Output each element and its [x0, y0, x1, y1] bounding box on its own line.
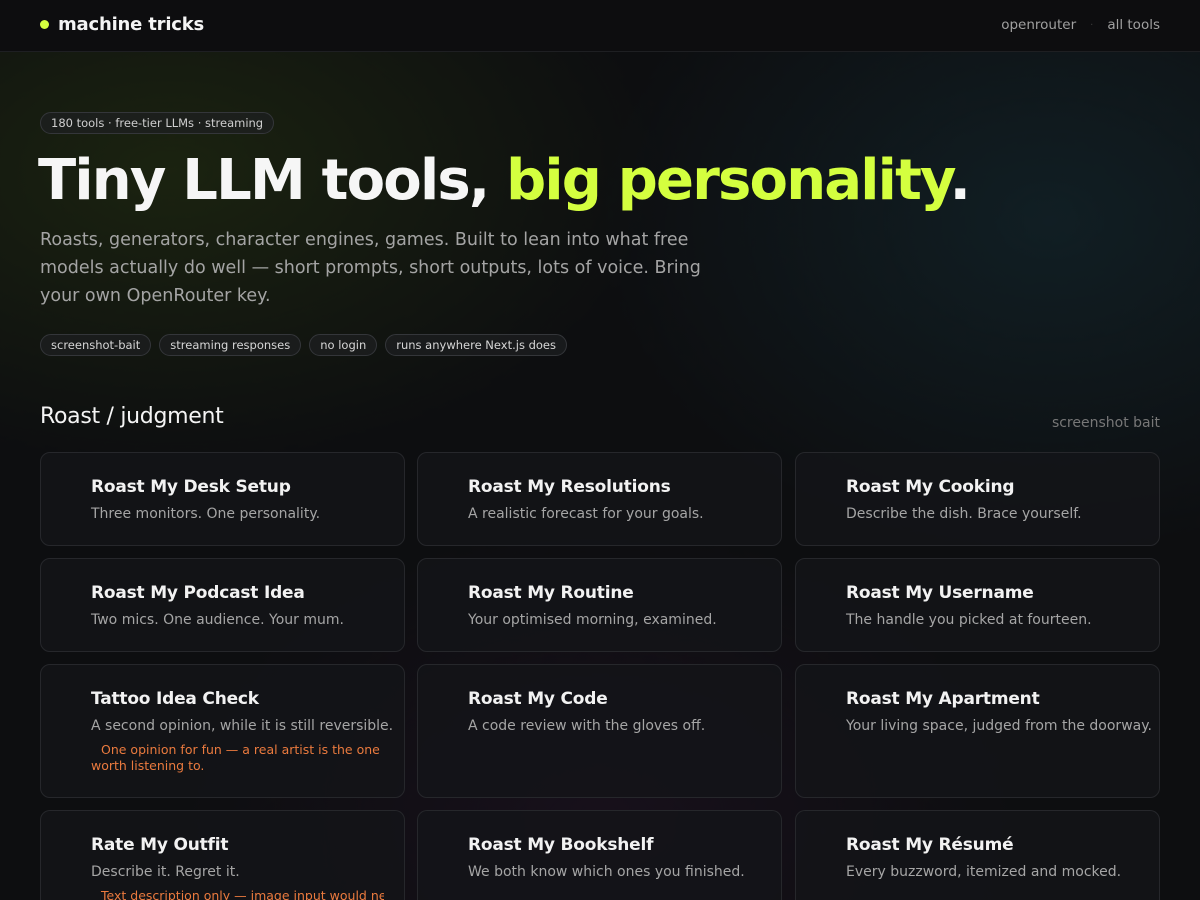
section-title: Roast / judgment — [40, 404, 224, 429]
card-title: Roast My Cooking — [846, 477, 1015, 497]
nav-separator: · — [1090, 19, 1094, 31]
card-description: A code review with the gloves off. — [468, 718, 706, 734]
tool-card-roast-cooking[interactable]: Roast My Cooking Describe the dish. Brac… — [795, 452, 1160, 546]
feature-tag: runs anywhere Next.js does — [385, 334, 567, 356]
card-title: Roast My Bookshelf — [468, 835, 654, 855]
card-title: Roast My Resolutions — [468, 477, 671, 497]
tool-card-roast-routine[interactable]: Roast My Routine Your optimised morning,… — [417, 558, 782, 652]
top-nav: openrouter · all tools — [1001, 17, 1160, 33]
headline-end: . — [949, 148, 971, 213]
feature-tag: streaming responses — [159, 334, 302, 356]
tool-card-roast-resolutions[interactable]: Roast My Resolutions A realistic forecas… — [417, 452, 782, 546]
card-title: Roast My Apartment — [846, 689, 1040, 709]
card-title: Tattoo Idea Check — [91, 689, 259, 709]
card-description: The handle you picked at fourteen. — [846, 612, 1092, 628]
tool-card-roast-code[interactable]: Roast My Code A code review with the glo… — [417, 664, 782, 798]
tool-card-roast-bookshelf[interactable]: Roast My Bookshelf We both know which on… — [417, 810, 782, 900]
top-bar: machine tricks openrouter · all tools — [0, 0, 1200, 52]
tool-card-tattoo-idea-check[interactable]: Tattoo Idea Check A second opinion, whil… — [40, 664, 405, 798]
brand-logo[interactable]: machine tricks — [40, 14, 204, 35]
card-description: A realistic forecast for your goals. — [468, 506, 704, 522]
card-title: Rate My Outfit — [91, 835, 229, 855]
card-description: A second opinion, while it is still reve… — [91, 718, 394, 734]
card-warning: One opinion for fun — a real artist is t… — [91, 742, 384, 774]
card-title: Roast My Code — [468, 689, 608, 709]
page-headline: Tiny LLM tools, big personality. — [38, 146, 971, 216]
card-title: Roast My Username — [846, 583, 1034, 603]
section-note: screenshot bait — [1051, 415, 1160, 431]
card-description: Describe it. Regret it. — [91, 864, 240, 880]
card-title: Roast My Routine — [468, 583, 634, 603]
card-title: Roast My Résumé — [846, 835, 1014, 855]
card-description: We both know which ones you finished. — [468, 864, 745, 880]
tool-card-roast-username[interactable]: Roast My Username The handle you picked … — [795, 558, 1160, 652]
nav-link-all-tools[interactable]: all tools — [1107, 17, 1160, 33]
tool-card-rate-outfit[interactable]: Rate My Outfit Describe it. Regret it. T… — [40, 810, 405, 900]
hero-description: Roasts, generators, character engines, g… — [40, 230, 701, 306]
feature-tags: screenshot-bait streaming responses no l… — [40, 334, 575, 356]
feature-tag: no login — [309, 334, 378, 356]
headline-accent: big personality — [506, 148, 951, 213]
brand-dot-icon — [40, 20, 49, 29]
card-description: Three monitors. One personality. — [91, 506, 321, 522]
card-description: Two mics. One audience. Your mum. — [91, 612, 344, 628]
card-warning-text: One opinion for fun — a real artist is t… — [91, 742, 380, 773]
nav-link-openrouter[interactable]: openrouter — [1001, 17, 1076, 33]
card-warning-text: Text description only — image input woul… — [101, 888, 384, 900]
card-description: Your optimised morning, examined. — [468, 612, 717, 628]
card-description: Your living space, judged from the doorw… — [846, 718, 1152, 734]
card-description: Describe the dish. Brace yourself. — [846, 506, 1082, 522]
tool-card-roast-resume[interactable]: Roast My Résumé Every buzzword, itemized… — [795, 810, 1160, 900]
tool-card-roast-desk-setup[interactable]: Roast My Desk Setup Three monitors. One … — [40, 452, 405, 546]
card-description: Every buzzword, itemized and mocked. — [846, 864, 1122, 880]
headline-main: Tiny LLM tools, — [38, 148, 507, 213]
tool-card-roast-podcast-idea[interactable]: Roast My Podcast Idea Two mics. One audi… — [40, 558, 405, 652]
feature-tag: screenshot-bait — [40, 334, 152, 356]
brand-name: machine tricks — [58, 14, 205, 35]
card-title: Roast My Podcast Idea — [91, 583, 305, 603]
hero-badge: 180 tools · free-tier LLMs · streaming — [40, 112, 275, 134]
card-warning: Text description only — image input woul… — [91, 888, 384, 900]
tool-card-roast-apartment[interactable]: Roast My Apartment Your living space, ju… — [795, 664, 1160, 798]
card-title: Roast My Desk Setup — [91, 477, 291, 497]
